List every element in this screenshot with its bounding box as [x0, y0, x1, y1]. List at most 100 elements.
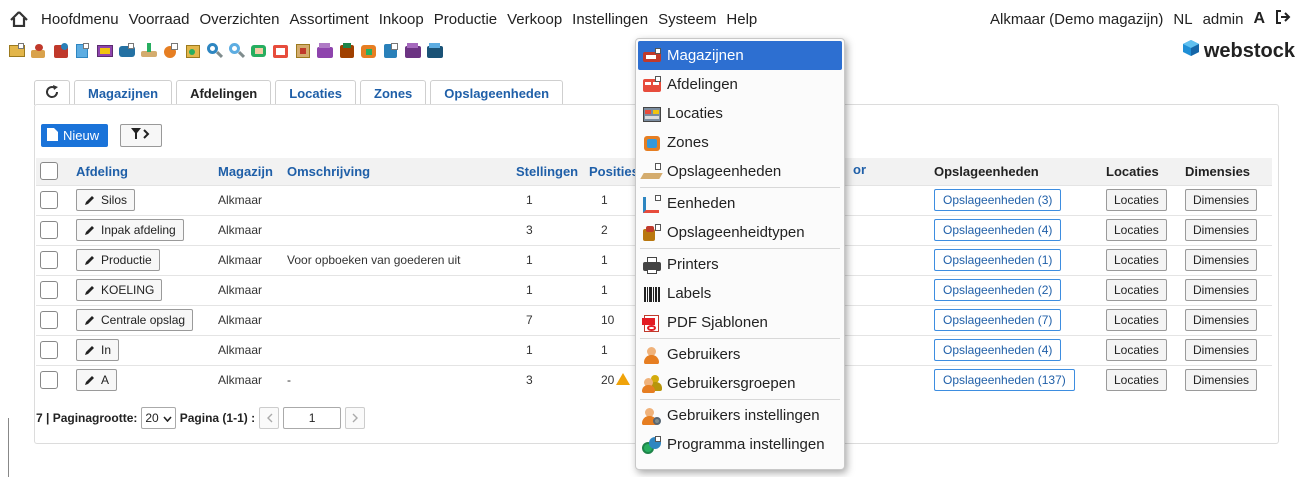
locations-button[interactable]: Locaties: [1106, 309, 1167, 331]
home-icon[interactable]: [10, 11, 36, 27]
toolbar-shortcut-icon[interactable]: [272, 42, 290, 60]
font-size-toggle[interactable]: A: [1253, 10, 1265, 28]
toolbar-shortcut-icon[interactable]: [228, 42, 246, 60]
menu-item-gebruikersgroepen[interactable]: Gebruikersgroepen: [636, 369, 844, 398]
locations-button[interactable]: Locaties: [1106, 249, 1167, 271]
storage-units-button[interactable]: Opslageenheden (7): [934, 309, 1062, 331]
row-checkbox[interactable]: [40, 371, 58, 390]
toolbar-shortcut-icon[interactable]: [52, 42, 70, 60]
toolbar-shortcut-icon[interactable]: [74, 42, 92, 60]
menu-item-zones[interactable]: Zones: [636, 128, 844, 157]
toolbar-shortcut-icon[interactable]: [316, 42, 334, 60]
header-magazijn[interactable]: Magazijn: [214, 158, 283, 185]
locations-button[interactable]: Locaties: [1106, 339, 1167, 361]
menu-item-programma-instellingen[interactable]: Programma instellingen: [636, 430, 844, 459]
toolbar-shortcut-icon[interactable]: [8, 42, 26, 60]
menu-item-gebruikers-instellingen[interactable]: Gebruikers instellingen: [636, 401, 844, 430]
storage-units-button[interactable]: Opslageenheden (3): [934, 189, 1062, 211]
menu-item-pdf-sjablonen[interactable]: PDF Sjablonen: [636, 308, 844, 337]
header-omschrijving[interactable]: Omschrijving: [283, 158, 512, 185]
edit-department-button[interactable]: KOELING: [76, 279, 163, 301]
new-button[interactable]: Nieuw: [41, 124, 109, 147]
tab-afdelingen[interactable]: Afdelingen: [176, 80, 272, 105]
tab-locaties[interactable]: Locaties: [275, 80, 356, 105]
filter-button[interactable]: [120, 124, 162, 147]
dimensions-button[interactable]: Dimensies: [1185, 369, 1258, 392]
toolbar-shortcut-icon[interactable]: [118, 42, 136, 60]
toolbar-shortcut-icon[interactable]: [162, 42, 180, 60]
toolbar-shortcut-icon[interactable]: [30, 42, 48, 60]
menu-inkoop[interactable]: Inkoop: [374, 11, 429, 28]
language-selector[interactable]: NL: [1173, 11, 1192, 28]
prev-page-button[interactable]: [259, 407, 280, 429]
toolbar-shortcut-icon[interactable]: [338, 42, 356, 60]
toolbar-shortcut-icon[interactable]: [382, 42, 400, 60]
toolbar-shortcut-icon[interactable]: [140, 42, 158, 60]
toolbar-shortcut-icon[interactable]: [426, 42, 444, 60]
menu-verkoop[interactable]: Verkoop: [502, 11, 567, 28]
user-menu[interactable]: admin: [1203, 11, 1244, 28]
storage-units-button[interactable]: Opslageenheden (2): [934, 279, 1062, 301]
locations-button[interactable]: Locaties: [1106, 189, 1167, 211]
edit-department-button[interactable]: Inpak afdeling: [76, 219, 184, 241]
menu-item-opslageenheidtypen[interactable]: Opslageenheidtypen: [636, 218, 844, 247]
menu-overzichten[interactable]: Overzichten: [194, 11, 284, 28]
select-all-checkbox[interactable]: [40, 162, 58, 181]
toolbar-shortcut-icon[interactable]: [250, 42, 268, 60]
dimensions-button[interactable]: Dimensies: [1185, 309, 1258, 331]
next-page-button[interactable]: [345, 407, 366, 429]
locations-button[interactable]: Locaties: [1106, 219, 1167, 241]
storage-units-button[interactable]: Opslageenheden (137): [934, 369, 1075, 392]
dimensions-button[interactable]: Dimensies: [1185, 279, 1258, 301]
refresh-tab[interactable]: [34, 80, 70, 105]
menu-help[interactable]: Help: [721, 11, 762, 28]
toolbar-shortcut-icon[interactable]: [184, 42, 202, 60]
menu-assortiment[interactable]: Assortiment: [285, 11, 374, 28]
menu-systeem[interactable]: Systeem: [653, 11, 721, 28]
toolbar-shortcut-icon[interactable]: [294, 42, 312, 60]
dimensions-button[interactable]: Dimensies: [1185, 339, 1258, 361]
dimensions-button[interactable]: Dimensies: [1185, 189, 1258, 211]
toolbar-shortcut-icon[interactable]: [206, 42, 224, 60]
dimensions-button[interactable]: Dimensies: [1185, 249, 1258, 271]
menu-item-labels[interactable]: Labels: [636, 279, 844, 308]
row-checkbox[interactable]: [40, 191, 58, 209]
edit-department-button[interactable]: A: [76, 369, 118, 392]
header-stellingen[interactable]: Stellingen: [512, 158, 585, 185]
row-checkbox[interactable]: [40, 341, 58, 359]
tab-zones[interactable]: Zones: [360, 80, 427, 105]
warehouse-selector[interactable]: Alkmaar (Demo magazijn): [990, 11, 1163, 28]
menu-item-eenheden[interactable]: Eenheden: [636, 189, 844, 218]
tab-opslageenheden[interactable]: Opslageenheden: [430, 80, 564, 105]
menu-item-opslageenheden[interactable]: Opslageenheden: [636, 157, 844, 186]
menu-productie[interactable]: Productie: [429, 11, 502, 28]
menu-instellingen[interactable]: Instellingen: [567, 11, 653, 28]
page-size-select[interactable]: 20: [141, 407, 176, 429]
locations-button[interactable]: Locaties: [1106, 279, 1167, 301]
edit-department-button[interactable]: Silos: [76, 189, 136, 211]
row-checkbox[interactable]: [40, 221, 58, 239]
row-checkbox[interactable]: [40, 281, 58, 299]
dimensions-button[interactable]: Dimensies: [1185, 219, 1258, 241]
menu-item-afdelingen[interactable]: Afdelingen: [636, 70, 844, 99]
logout-icon[interactable]: [1275, 9, 1291, 29]
edit-department-button[interactable]: In: [76, 339, 120, 361]
edit-department-button[interactable]: Centrale opslag: [76, 309, 194, 331]
header-afdeling[interactable]: Afdeling: [72, 158, 214, 185]
toolbar-shortcut-icon[interactable]: [360, 42, 378, 60]
menu-voorraad[interactable]: Voorraad: [124, 11, 195, 28]
page-number-input[interactable]: 1: [283, 407, 342, 429]
menu-item-printers[interactable]: Printers: [636, 250, 844, 279]
row-checkbox[interactable]: [40, 311, 58, 329]
menu-item-magazijnen[interactable]: Magazijnen: [638, 41, 842, 70]
toolbar-shortcut-icon[interactable]: [404, 42, 422, 60]
tab-magazijnen[interactable]: Magazijnen: [74, 80, 173, 105]
storage-units-button[interactable]: Opslageenheden (4): [934, 219, 1062, 241]
row-checkbox[interactable]: [40, 251, 58, 269]
menu-item-gebruikers[interactable]: Gebruikers: [636, 340, 844, 369]
edit-department-button[interactable]: Productie: [76, 249, 160, 271]
menu-item-locaties[interactable]: Locaties: [636, 99, 844, 128]
menu-hoofdmenu[interactable]: Hoofdmenu: [36, 11, 124, 28]
storage-units-button[interactable]: Opslageenheden (1): [934, 249, 1062, 271]
toolbar-shortcut-icon[interactable]: [96, 42, 114, 60]
